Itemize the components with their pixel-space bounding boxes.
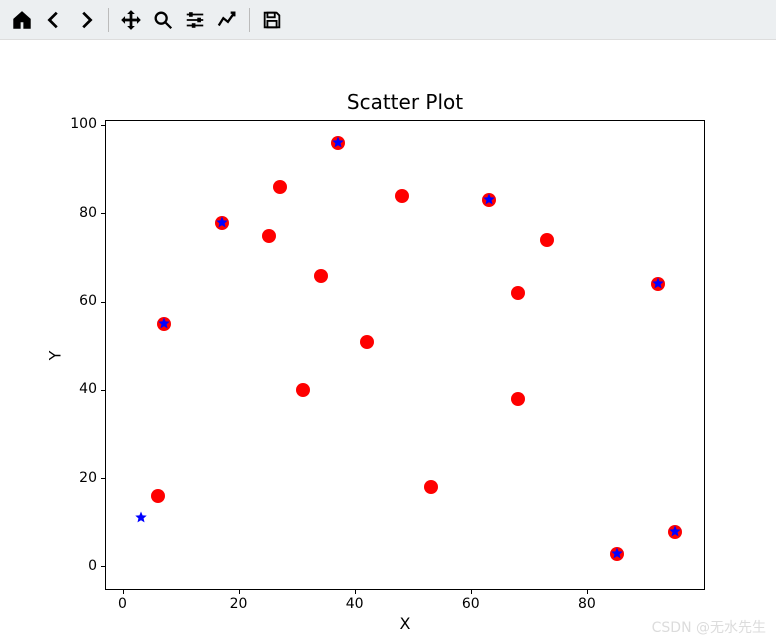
red-circles-point bbox=[314, 269, 328, 283]
y-tick-label: 80 bbox=[67, 205, 97, 221]
red-circles-point bbox=[262, 229, 276, 243]
y-tick-label: 100 bbox=[67, 116, 97, 132]
move-icon bbox=[120, 9, 142, 31]
x-tick bbox=[587, 589, 588, 594]
home-button[interactable] bbox=[8, 6, 36, 34]
blue-stars-point bbox=[669, 522, 681, 541]
x-tick bbox=[355, 589, 356, 594]
x-tick-label: 20 bbox=[230, 596, 248, 612]
back-icon bbox=[43, 9, 65, 31]
y-axis-label: Y bbox=[45, 120, 65, 590]
x-axis-label: X bbox=[105, 614, 705, 633]
red-circles-point bbox=[511, 286, 525, 300]
separator bbox=[108, 8, 109, 32]
x-tick-label: 0 bbox=[118, 596, 127, 612]
blue-stars-point bbox=[216, 213, 228, 232]
axes-edit-icon bbox=[216, 9, 238, 31]
x-tick-label: 40 bbox=[346, 596, 364, 612]
red-circles-point bbox=[424, 480, 438, 494]
red-circles-point bbox=[395, 189, 409, 203]
toolbar bbox=[0, 0, 776, 40]
y-tick bbox=[101, 566, 106, 567]
back-button[interactable] bbox=[40, 6, 68, 34]
blue-stars-point bbox=[332, 134, 344, 153]
configure-button[interactable] bbox=[181, 6, 209, 34]
y-tick bbox=[101, 213, 106, 214]
y-tick-label: 60 bbox=[67, 293, 97, 309]
pan-button[interactable] bbox=[117, 6, 145, 34]
blue-stars-point bbox=[483, 191, 495, 210]
save-button[interactable] bbox=[258, 6, 286, 34]
figure: Scatter Plot Y X CSDN @无水先生 0 20 40 60 80 0 20… bbox=[0, 40, 776, 643]
zoom-button[interactable] bbox=[149, 6, 177, 34]
chart-title: Scatter Plot bbox=[105, 90, 705, 114]
y-tick bbox=[101, 390, 106, 391]
y-tick bbox=[101, 302, 106, 303]
blue-stars-point bbox=[652, 275, 664, 294]
y-tick bbox=[101, 125, 106, 126]
blue-stars-point bbox=[158, 315, 170, 334]
blue-stars-point bbox=[135, 509, 147, 528]
x-tick-label: 60 bbox=[462, 596, 480, 612]
axes[interactable] bbox=[105, 120, 705, 590]
red-circles-point bbox=[511, 392, 525, 406]
x-tick bbox=[471, 589, 472, 594]
forward-icon bbox=[75, 9, 97, 31]
red-circles-point bbox=[273, 180, 287, 194]
red-circles-point bbox=[151, 489, 165, 503]
red-circles-point bbox=[540, 233, 554, 247]
red-circles-point bbox=[360, 335, 374, 349]
watermark: CSDN @无水先生 bbox=[652, 617, 766, 637]
blue-stars-point bbox=[611, 544, 623, 563]
x-tick bbox=[123, 589, 124, 594]
separator bbox=[249, 8, 250, 32]
x-tick-label: 80 bbox=[578, 596, 596, 612]
y-tick bbox=[101, 478, 106, 479]
home-icon bbox=[11, 9, 33, 31]
sliders-icon bbox=[184, 9, 206, 31]
edit-button[interactable] bbox=[213, 6, 241, 34]
save-icon bbox=[261, 9, 283, 31]
zoom-icon bbox=[152, 9, 174, 31]
forward-button[interactable] bbox=[72, 6, 100, 34]
y-tick-label: 20 bbox=[67, 470, 97, 486]
x-tick bbox=[239, 589, 240, 594]
red-circles-point bbox=[296, 383, 310, 397]
y-tick-label: 40 bbox=[67, 381, 97, 397]
y-tick-label: 0 bbox=[67, 558, 97, 574]
